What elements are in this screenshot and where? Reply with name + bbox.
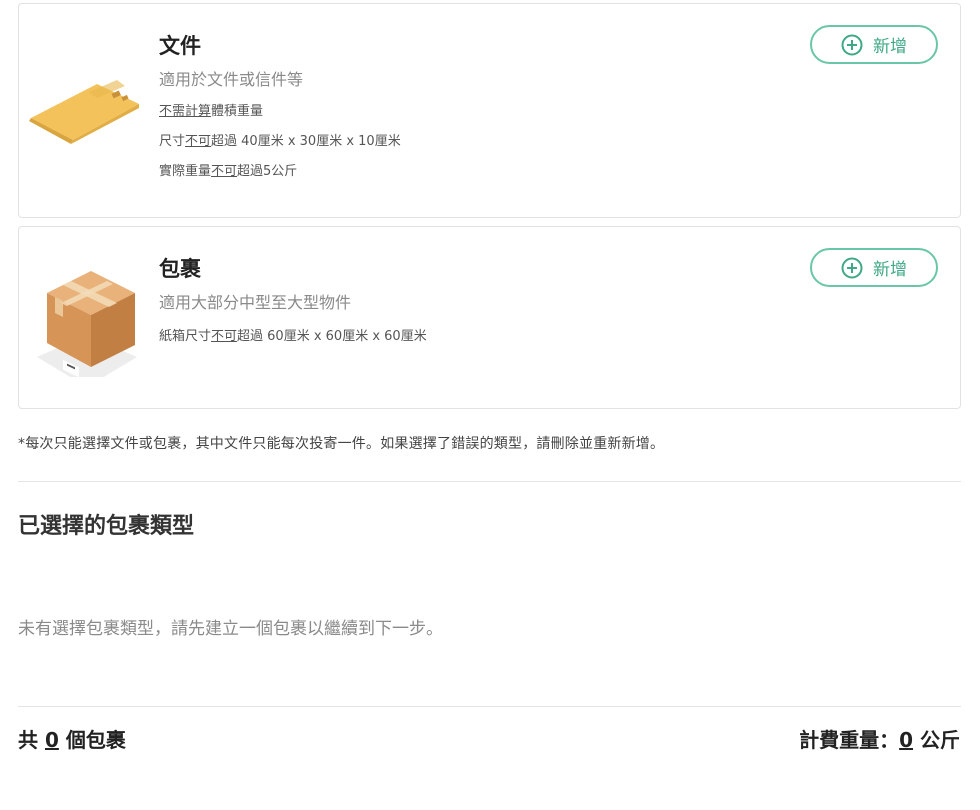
document-weight-limit: 實際重量不可超過5公斤 <box>159 163 401 181</box>
add-package-label: 新增 <box>873 260 907 280</box>
document-subtitle: 適用於文件或信件等 <box>159 70 304 89</box>
package-card: 包裹 適用大部分中型至大型物件 紙箱尺寸不可超過 60厘米 x 60厘米 x 6… <box>18 226 961 409</box>
selected-types-title: 已選擇的包裹類型 <box>18 514 195 539</box>
document-card-content: 文件 適用於文件或信件等 不需計算體積重量 尺寸不可超過 40厘米 x 30厘米… <box>159 32 401 181</box>
divider <box>18 706 961 707</box>
selection-note: *每次只能選擇文件或包裹，其中文件只能每次投寄一件。如果選擇了錯誤的類型，請刪除… <box>18 436 665 452</box>
chargeable-weight-summary: 計費重量：0 公斤 <box>799 724 960 753</box>
chargeable-weight-prefix: 計費重量： <box>799 728 900 752</box>
package-count-prefix: 共 <box>18 728 45 752</box>
package-count-suffix: 個包裹 <box>58 728 126 752</box>
box-icon <box>37 271 137 377</box>
document-size-limit: 尺寸不可超過 40厘米 x 30厘米 x 10厘米 <box>159 133 401 151</box>
package-count-value: 0 <box>44 728 59 752</box>
document-size-limit-emph: 不可 <box>185 134 212 149</box>
package-subtitle: 適用大部分中型至大型物件 <box>159 293 352 312</box>
plus-circle-icon <box>841 34 863 55</box>
document-weight-limit-emph: 不可 <box>211 164 238 179</box>
package-size-limit: 紙箱尺寸不可超過 60厘米 x 60厘米 x 60厘米 <box>159 328 427 346</box>
chargeable-weight-value: 0 <box>899 728 914 752</box>
package-card-content: 包裹 適用大部分中型至大型物件 紙箱尺寸不可超過 60厘米 x 60厘米 x 6… <box>159 255 427 346</box>
empty-state-message: 未有選擇包裹類型，請先建立一個包裹以繼續到下一步。 <box>18 619 443 639</box>
document-title: 文件 <box>159 34 201 58</box>
add-document-label: 新增 <box>873 37 907 57</box>
package-title: 包裹 <box>159 257 201 281</box>
package-size-limit-c: 超過 60厘米 x 60厘米 x 60厘米 <box>237 329 427 344</box>
package-count-summary: 共 0 個包裹 <box>18 724 126 753</box>
package-size-limit-a: 紙箱尺寸 <box>159 329 212 344</box>
chargeable-weight-suffix: 公斤 <box>913 728 960 752</box>
document-volume-note-emph: 不需計算 <box>159 104 212 119</box>
document-volume-note-rest: 體積重量 <box>211 104 264 119</box>
document-weight-limit-a: 實際重量 <box>159 164 212 179</box>
document-size-limit-c: 超過 40厘米 x 30厘米 x 10厘米 <box>211 134 401 149</box>
envelope-icon <box>29 80 139 144</box>
add-package-button[interactable]: 新增 <box>810 248 938 287</box>
divider <box>18 481 961 482</box>
document-volume-note: 不需計算體積重量 <box>159 103 401 121</box>
document-weight-limit-c: 超過5公斤 <box>237 164 298 179</box>
plus-circle-icon <box>841 257 863 278</box>
add-document-button[interactable]: 新增 <box>810 25 938 64</box>
document-size-limit-a: 尺寸 <box>159 134 186 149</box>
document-card: 文件 適用於文件或信件等 不需計算體積重量 尺寸不可超過 40厘米 x 30厘米… <box>18 3 961 218</box>
package-size-limit-emph: 不可 <box>211 329 238 344</box>
